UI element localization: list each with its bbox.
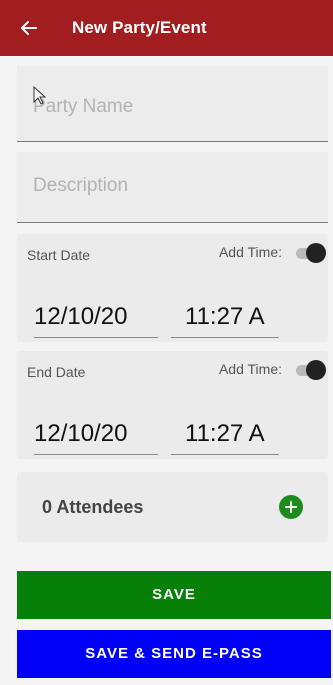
- save-and-send-epass-button[interactable]: SAVE & SEND E-PASS: [17, 630, 331, 678]
- back-arrow-icon[interactable]: [18, 17, 40, 39]
- start-add-time-label: Add Time:: [218, 244, 282, 260]
- attendees-count: 0 Attendees: [42, 497, 144, 517]
- add-attendee-plus-icon[interactable]: [279, 495, 303, 519]
- party-name-input[interactable]: [17, 66, 328, 141]
- start-date-card: Start Date Add Time: 12/10/20 11:27 A: [17, 234, 328, 342]
- toggle-thumb: [306, 243, 326, 263]
- description-input[interactable]: [17, 152, 328, 222]
- end-time-input[interactable]: 11:27 A: [171, 414, 279, 455]
- end-date-value: 12/10/20: [34, 420, 128, 447]
- start-date-value: 12/10/20: [34, 303, 128, 330]
- start-time-input[interactable]: 11:27 A: [171, 297, 279, 338]
- attendees-card[interactable]: 0 Attendees: [17, 472, 328, 542]
- form-content: Party Name Description Start Date Add Ti…: [0, 56, 333, 685]
- app-bar: New Party/Event: [0, 0, 333, 56]
- start-add-time-toggle[interactable]: [294, 243, 326, 263]
- end-date-card: End Date Add Time: 12/10/20 11:27 A: [17, 351, 328, 459]
- start-date-input[interactable]: 12/10/20: [34, 297, 158, 338]
- end-add-time-label: Add Time:: [218, 361, 282, 377]
- start-time-value: 11:27 A: [185, 303, 265, 330]
- save-button[interactable]: SAVE: [17, 571, 331, 619]
- end-time-value: 11:27 A: [185, 420, 265, 447]
- end-date-input[interactable]: 12/10/20: [34, 414, 158, 455]
- start-date-label: Start Date: [27, 247, 91, 263]
- mouse-cursor-icon: [33, 86, 47, 105]
- page-title: New Party/Event: [72, 18, 207, 37]
- end-add-time-toggle[interactable]: [294, 360, 326, 380]
- toggle-thumb: [306, 360, 326, 380]
- end-date-label: End Date: [27, 364, 86, 380]
- description-field[interactable]: Description: [17, 152, 328, 223]
- party-name-field[interactable]: Party Name: [17, 66, 328, 142]
